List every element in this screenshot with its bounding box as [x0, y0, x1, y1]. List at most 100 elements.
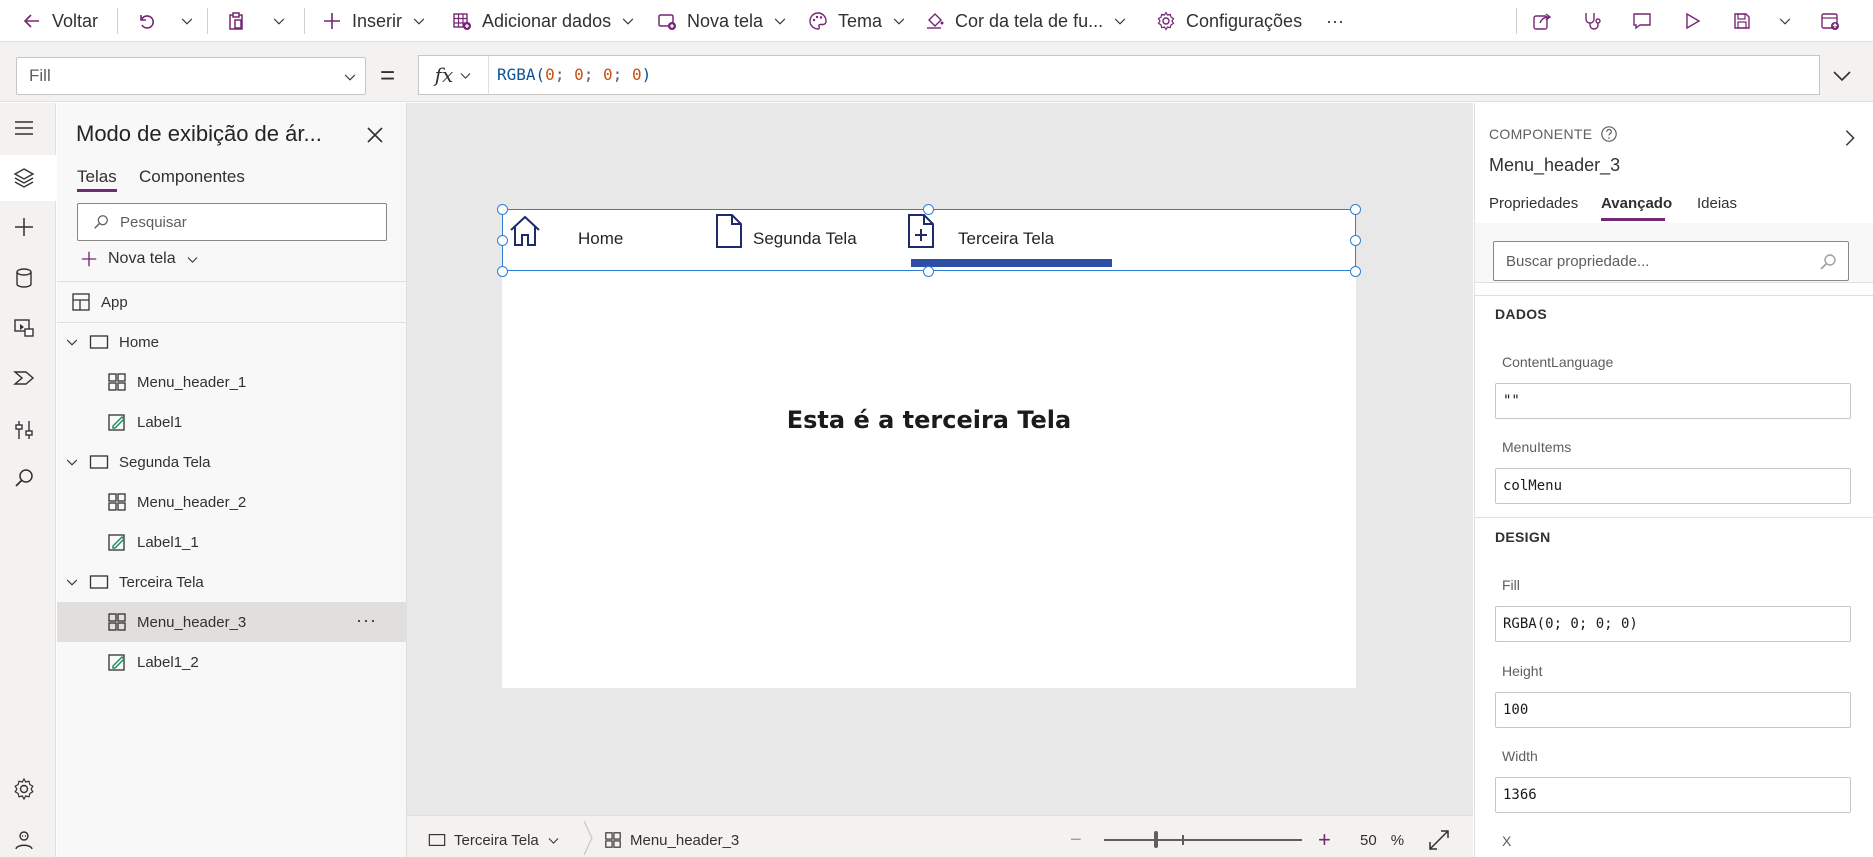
plus-icon [81, 251, 97, 267]
formula-input[interactable]: fx RGBA(0; 0; 0; 0) [418, 55, 1820, 95]
property-dropdown[interactable]: Fill [16, 57, 366, 95]
resize-handle[interactable] [1350, 235, 1361, 246]
tab-advanced[interactable]: Avançado [1601, 195, 1672, 212]
resize-handle[interactable] [1350, 266, 1361, 277]
tree-node-label[interactable]: Label1_1 [57, 522, 407, 562]
app-screen[interactable] [502, 209, 1356, 688]
new-screen-button[interactable]: Nova tela [80, 250, 199, 268]
fill-field[interactable]: RGBA(0; 0; 0; 0) [1495, 606, 1851, 642]
tree-node-label[interactable]: Label1_2 [57, 642, 407, 682]
menu-items-field[interactable]: colMenu [1495, 468, 1851, 504]
node-label: App [101, 293, 128, 311]
chevron-down-icon[interactable] [65, 575, 79, 589]
undo-button[interactable] [136, 0, 156, 42]
comments-button[interactable] [1632, 0, 1652, 42]
tree-node-component-selected[interactable]: Menu_header_3 ··· [57, 602, 407, 642]
function-picker[interactable]: fx [419, 56, 489, 94]
breadcrumb-component[interactable]: Menu_header_3 [604, 819, 739, 857]
insert-button[interactable]: Inserir [322, 0, 426, 42]
component-icon [108, 373, 126, 391]
share-button[interactable] [1532, 0, 1552, 42]
search-icon[interactable] [12, 466, 36, 490]
chevron-down-icon[interactable] [65, 455, 79, 469]
resize-handle[interactable] [497, 235, 508, 246]
height-field[interactable]: 100 [1495, 692, 1851, 728]
power-automate-icon[interactable] [12, 366, 36, 390]
virtual-agent-icon[interactable] [12, 828, 36, 852]
tree-node-component[interactable]: Menu_header_1 [57, 362, 407, 402]
resize-handle[interactable] [923, 266, 934, 277]
breadcrumb-screen[interactable]: Terceira Tela [428, 819, 560, 857]
advanced-tools-icon[interactable] [12, 418, 36, 442]
tab-properties[interactable]: Propriedades [1489, 195, 1578, 212]
background-color-button[interactable]: Cor da tela de fu... [925, 0, 1127, 42]
zoom-slider-track[interactable] [1104, 839, 1302, 841]
zoom-out-button[interactable]: − [1070, 819, 1082, 857]
theme-button[interactable]: Tema [808, 0, 906, 42]
save-button[interactable] [1732, 0, 1752, 42]
more-options-button[interactable]: ··· [356, 610, 377, 631]
screen-icon [428, 834, 446, 846]
zoom-slider-thumb[interactable] [1154, 831, 1158, 848]
section-design[interactable]: DESIGN [1495, 529, 1550, 545]
paste-button[interactable] [226, 0, 246, 42]
property-search-input[interactable]: Buscar propriedade... [1493, 241, 1849, 281]
node-label: Label1 [137, 413, 183, 431]
media-icon[interactable] [12, 316, 36, 340]
resize-handle[interactable] [923, 204, 934, 215]
close-icon[interactable] [365, 125, 385, 145]
more-commands-button[interactable]: ··· [1326, 0, 1344, 42]
tab-ideas[interactable]: Ideias [1697, 195, 1737, 212]
search-input[interactable]: Pesquisar [77, 203, 387, 241]
resize-handle[interactable] [497, 266, 508, 277]
tree-node-screen-terceira[interactable]: Terceira Tela [57, 562, 407, 602]
screen-label[interactable]: Esta é a terceira Tela [502, 406, 1356, 434]
chevron-down-icon [181, 18, 193, 25]
preview-button[interactable] [1682, 0, 1702, 42]
back-button[interactable]: Voltar [22, 0, 98, 42]
layers-icon[interactable] [12, 166, 36, 190]
gear-icon[interactable] [12, 777, 36, 801]
plus-icon [324, 13, 340, 29]
settings-button[interactable]: Configurações [1156, 0, 1302, 42]
tree-node-app[interactable]: App [57, 282, 407, 322]
undo-dropdown[interactable] [180, 0, 194, 42]
width-field[interactable]: 1366 [1495, 777, 1851, 813]
chevron-down-icon [460, 72, 471, 79]
tree-node-label[interactable]: Label1 [57, 402, 407, 442]
publish-button[interactable] [1820, 0, 1840, 42]
new-screen-button[interactable]: Nova tela [657, 0, 787, 42]
paste-dropdown[interactable] [272, 0, 286, 42]
component-name[interactable]: Menu_header_3 [1489, 155, 1620, 176]
tab-components[interactable]: Componentes [139, 167, 245, 187]
chevron-right-icon[interactable] [1841, 129, 1859, 147]
search-icon [1820, 254, 1836, 270]
section-data[interactable]: DADOS [1495, 306, 1547, 322]
share-icon [1533, 13, 1552, 30]
fit-to-window-icon[interactable] [1428, 829, 1450, 851]
content-language-field[interactable]: "" [1495, 383, 1851, 419]
tab-underline [1601, 218, 1665, 221]
component-icon [605, 832, 621, 848]
zoom-in-button[interactable]: + [1318, 819, 1331, 857]
app-checker-button[interactable] [1582, 0, 1602, 42]
tree-node-component[interactable]: Menu_header_2 [57, 482, 407, 522]
database-icon[interactable] [12, 266, 36, 290]
chevron-down-icon[interactable] [65, 335, 79, 349]
tree-node-screen-home[interactable]: Home [57, 322, 407, 362]
tab-screens[interactable]: Telas [77, 167, 117, 187]
save-dropdown[interactable] [1778, 0, 1792, 42]
separator [304, 8, 305, 34]
screen-icon [89, 335, 109, 349]
hamburger-icon[interactable] [12, 116, 36, 140]
add-data-button[interactable]: Adicionar dados [452, 0, 635, 42]
chevron-down-icon [548, 837, 559, 844]
expand-formula-button[interactable] [1832, 66, 1852, 86]
tree-node-screen-segunda[interactable]: Segunda Tela [57, 442, 407, 482]
resize-handle[interactable] [497, 204, 508, 215]
plus-icon[interactable] [12, 215, 36, 239]
divider [1475, 517, 1873, 518]
resize-handle[interactable] [1350, 204, 1361, 215]
help-icon[interactable] [1600, 125, 1618, 143]
breadcrumb-screen-label: Terceira Tela [454, 831, 539, 849]
